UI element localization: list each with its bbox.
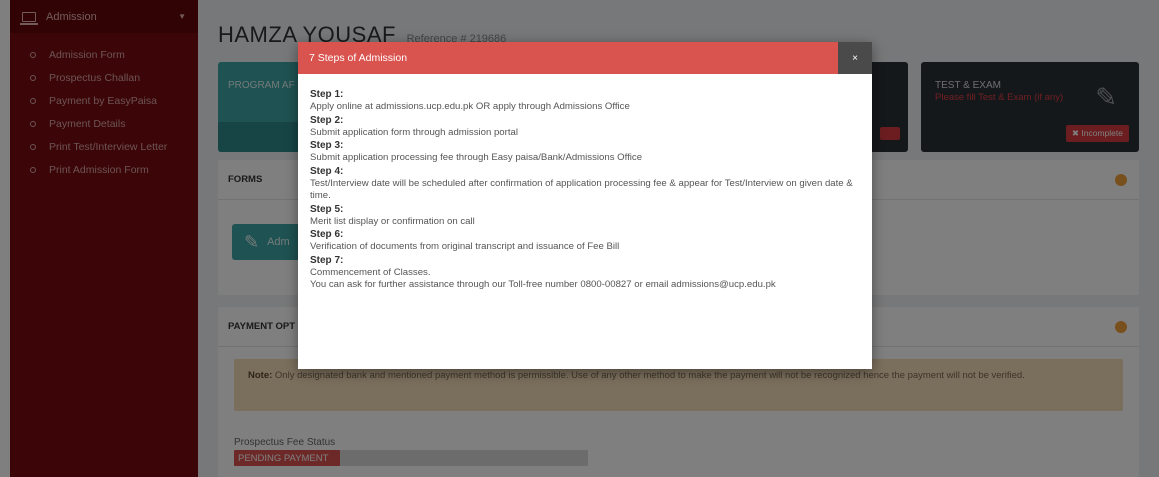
step-text: Apply online at admissions.ucp.edu.pk OR… [310,101,630,112]
step-title: Step 1: [310,89,344,100]
step-title: Step 3: [310,140,344,151]
step-title: Step 7: [310,254,344,266]
close-button[interactable]: × [838,42,872,74]
step-title: Step 4: [310,165,344,177]
step-title: Step 2: [310,114,344,126]
step-text: Verification of documents from original … [310,241,620,252]
step-text: Submit application form through admissio… [310,126,518,138]
modal-header: 7 Steps of Admission [298,42,872,74]
modal-body: Step 1: Apply online at admissions.ucp.e… [298,74,872,292]
admission-steps-modal: 7 Steps of Admission × Step 1: Apply onl… [298,42,872,369]
step-title: Step 6: [310,229,344,240]
modal-title: 7 Steps of Admission [309,52,408,64]
step-text: Merit list display or confirmation on ca… [310,215,475,227]
step-text: Test/Interview date will be scheduled af… [310,177,853,202]
step-title: Step 5: [310,203,344,215]
step-text: Submit application processing fee throug… [310,152,643,163]
assistance-text: You can ask for further assistance throu… [310,279,776,290]
close-icon: × [852,52,858,64]
step-text: Commencement of Classes. [310,266,431,278]
